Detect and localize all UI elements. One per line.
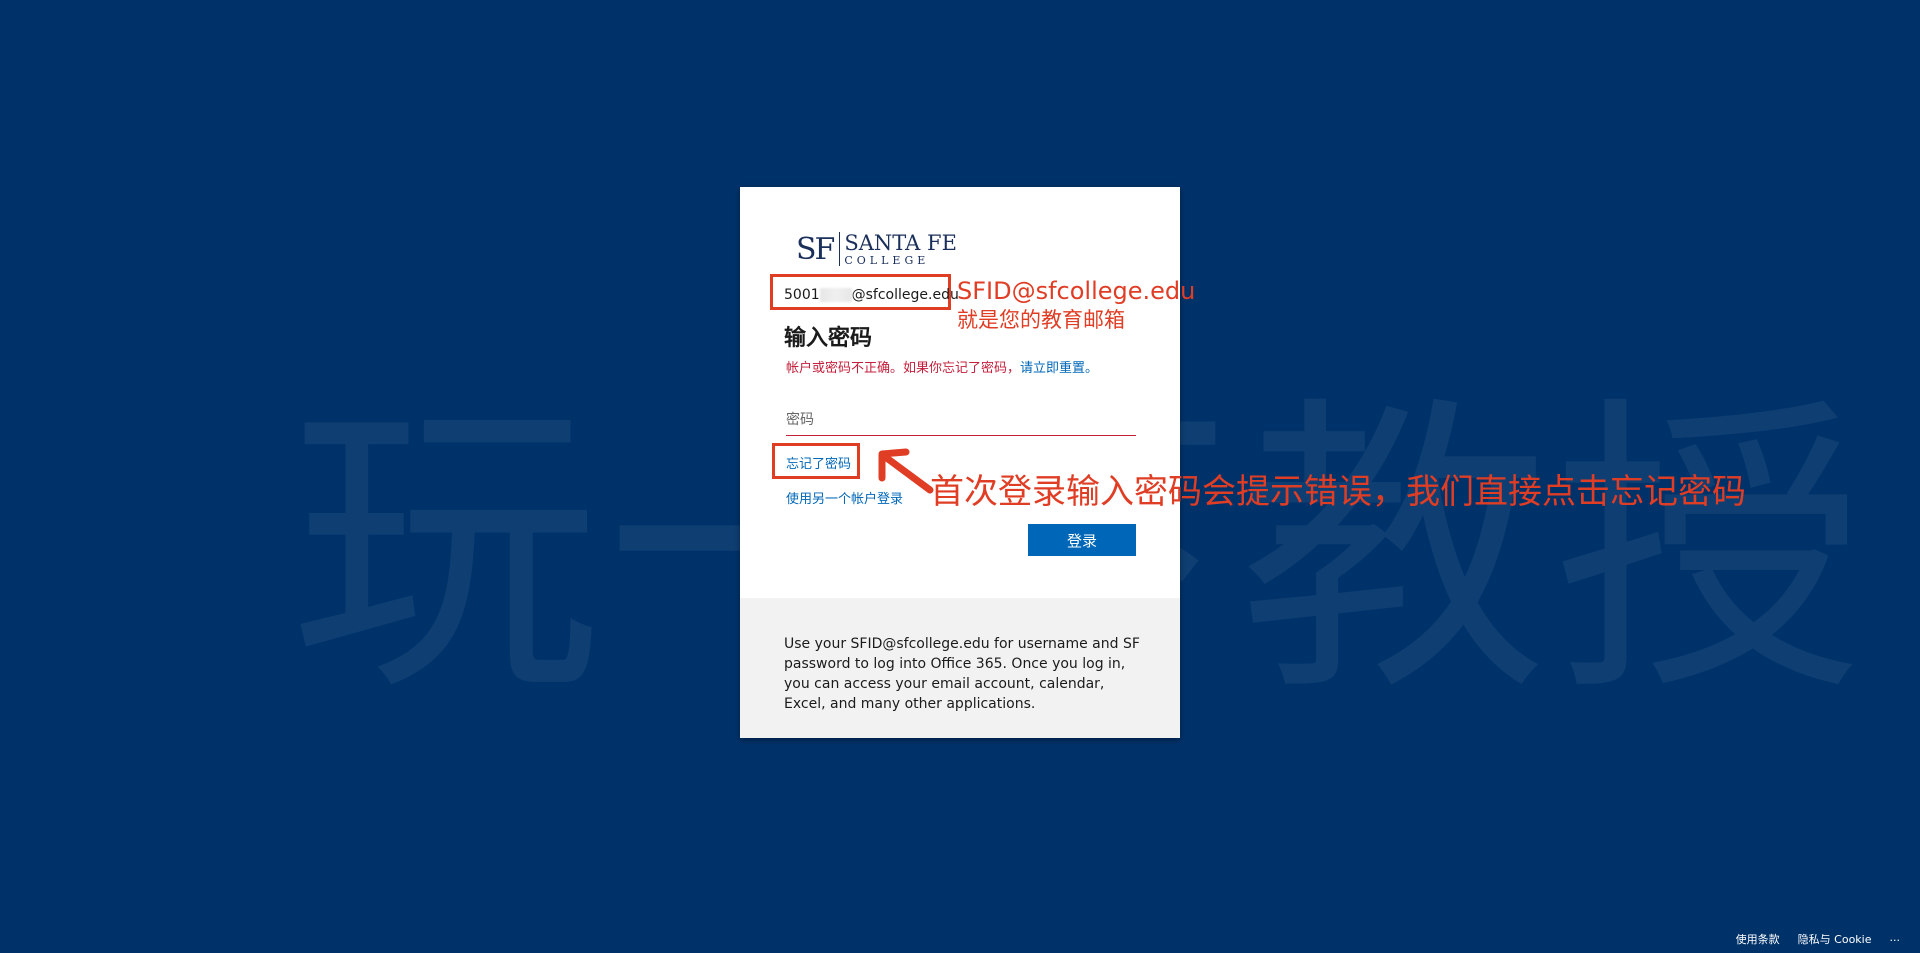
signin-card: SF SANTA FE COLLEGE 5001 @sfcollege.edu 输… — [740, 187, 1180, 738]
more-options-icon[interactable]: ... — [1890, 931, 1901, 947]
annotation-arrow-icon — [878, 448, 934, 494]
terms-link[interactable]: 使用条款 — [1736, 931, 1780, 947]
forgot-password-link[interactable]: 忘记了密码 — [786, 453, 851, 472]
email-redaction — [819, 288, 852, 302]
email-suffix: @sfcollege.edu — [851, 287, 959, 303]
logo-name: SANTA FE — [844, 230, 957, 255]
page-background: 玩一下教授 SF SANTA FE COLLEGE 5001@sfcollege… — [0, 0, 1920, 953]
password-input[interactable] — [786, 405, 1136, 436]
error-message: 帐户或密码不正确。如果你忘记了密码，请立即重置。 — [786, 359, 1146, 379]
logo-monogram: SF — [796, 231, 835, 267]
card-footer: Use your SFID@sfcollege.edu for username… — [740, 598, 1180, 738]
signin-button[interactable]: 登录 — [1028, 524, 1136, 556]
email-prefix: 5001 — [784, 287, 820, 303]
email-annotation: SFID@sfcollege.edu 就是您的教育邮箱 — [957, 276, 1195, 334]
email-annotation-sub: 就是您的教育邮箱 — [957, 308, 1125, 332]
page-title: 输入密码 — [784, 326, 873, 351]
footer-description: Use your SFID@sfcollege.edu for username… — [784, 636, 1140, 712]
logo-divider — [839, 232, 841, 266]
logo-sub: COLLEGE — [844, 253, 930, 267]
privacy-link[interactable]: 隐私与 Cookie — [1798, 931, 1872, 947]
error-text: 帐户或密码不正确。如果你忘记了密码， — [786, 361, 1021, 376]
college-logo: SF SANTA FE COLLEGE — [796, 229, 957, 269]
forgot-annotation: 首次登录输入密码会提示错误，我们直接点击忘记密码 — [930, 472, 1746, 512]
account-email[interactable]: 5001 @sfcollege.edu — [784, 287, 959, 303]
bottom-links: 使用条款 隐私与 Cookie ... — [1736, 931, 1900, 947]
email-annotation-title: SFID@sfcollege.edu — [957, 277, 1196, 305]
reset-password-link[interactable]: 请立即重置。 — [1020, 361, 1098, 376]
logo-words: SANTA FE COLLEGE — [844, 230, 957, 267]
